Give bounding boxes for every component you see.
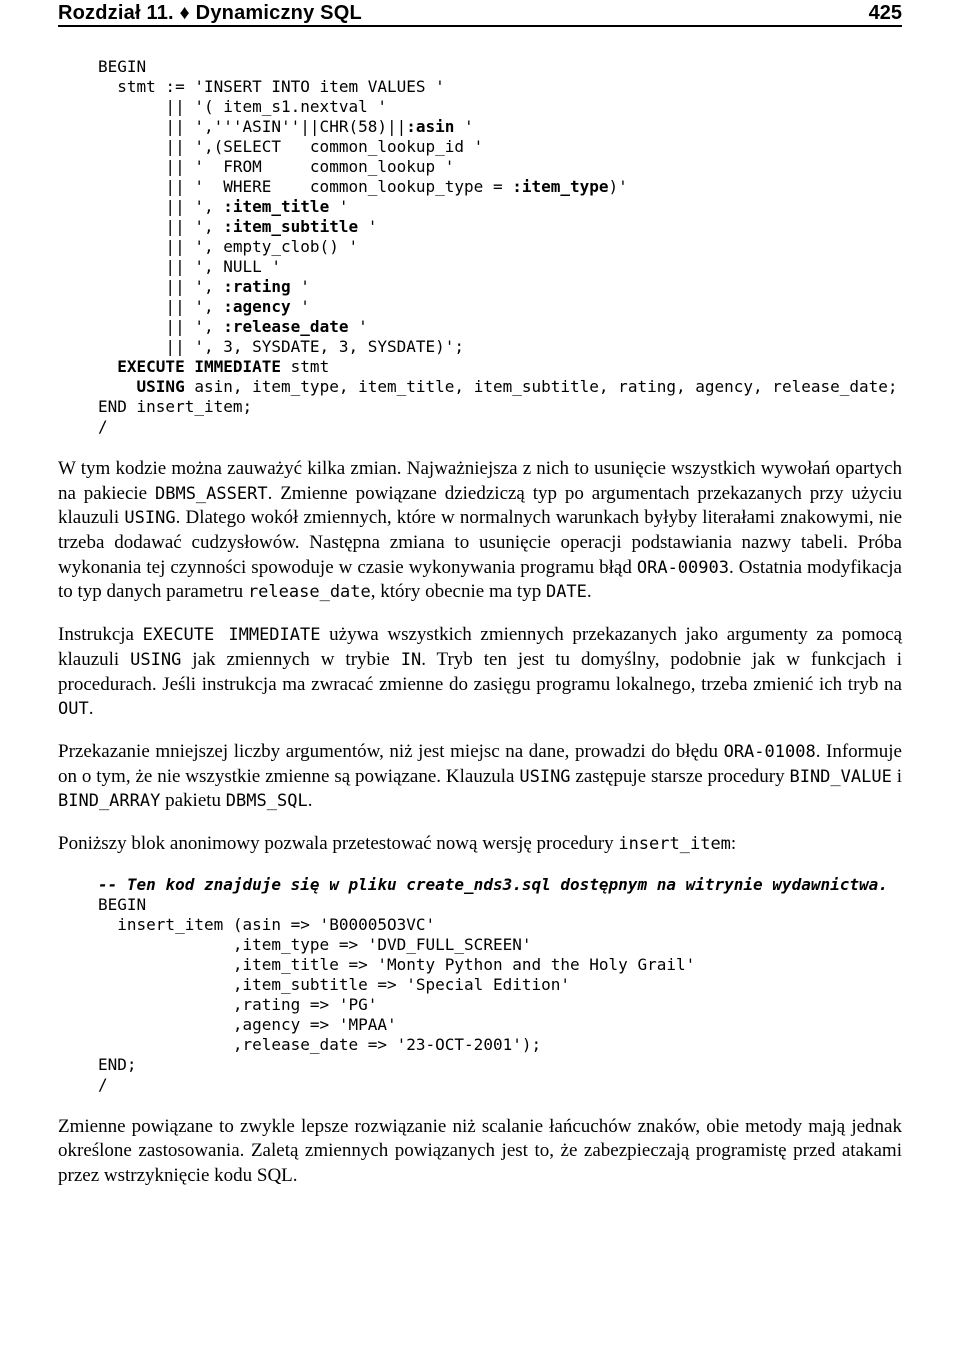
page-number: 425 bbox=[869, 2, 902, 25]
code-line: || ', bbox=[98, 277, 223, 296]
text: Przekazanie mniejszej liczby argumentów,… bbox=[58, 741, 724, 762]
code-line: ,rating => 'PG' bbox=[98, 995, 377, 1014]
paragraph-4: Poniższy blok anonimowy pozwala przetest… bbox=[58, 832, 902, 857]
code-line: ' bbox=[454, 117, 473, 136]
code-line: BEGIN bbox=[98, 57, 146, 76]
code-comment: -- Ten kod znajduje się w pliku create_n… bbox=[98, 875, 888, 894]
code-line: || ', 3, SYSDATE, 3, SYSDATE)'; bbox=[98, 337, 464, 356]
code-line: / bbox=[98, 1075, 108, 1094]
code-block-1: BEGIN stmt := 'INSERT INTO item VALUES '… bbox=[98, 57, 902, 437]
inline-code: BIND_ARRAY bbox=[58, 791, 160, 811]
code-line: ' bbox=[329, 197, 348, 216]
code-line: || ' FROM common_lookup ' bbox=[98, 157, 454, 176]
code-line: stmt bbox=[281, 357, 329, 376]
code-line: / bbox=[98, 417, 108, 436]
code-line: END; bbox=[98, 1055, 137, 1074]
code-line bbox=[98, 357, 117, 376]
inline-code: ORA-01008 bbox=[724, 742, 816, 762]
code-line: ' bbox=[358, 217, 377, 236]
code-line: ' bbox=[291, 277, 310, 296]
paragraph-5: Zmienne powiązane to zwykle lepsze rozwi… bbox=[58, 1115, 902, 1189]
inline-code: DBMS_SQL bbox=[226, 791, 308, 811]
bind-var: :item_subtitle bbox=[223, 217, 358, 236]
code-line: )' bbox=[609, 177, 628, 196]
text: . bbox=[89, 698, 94, 719]
text: . bbox=[308, 790, 313, 811]
text: i bbox=[892, 766, 902, 787]
code-line bbox=[98, 377, 137, 396]
code-line: || '( item_s1.nextval ' bbox=[98, 97, 387, 116]
code-line: ,agency => 'MPAA' bbox=[98, 1015, 397, 1034]
text: jak zmiennych w trybie bbox=[181, 649, 400, 670]
text: Zmienne powiązane to zwykle lepsze rozwi… bbox=[58, 1116, 902, 1186]
bind-var: :release_date bbox=[223, 317, 348, 336]
code-line: || ', bbox=[98, 217, 223, 236]
code-line: || ', empty_clob() ' bbox=[98, 237, 358, 256]
inline-code: BIND_VALUE bbox=[789, 767, 891, 787]
code-line: || ' WHERE common_lookup_type = bbox=[98, 177, 512, 196]
keyword: EXECUTE IMMEDIATE bbox=[117, 357, 281, 376]
text: Poniższy blok anonimowy pozwala przetest… bbox=[58, 833, 618, 854]
code-line: ' bbox=[348, 317, 367, 336]
page: Rozdział 11. ♦ Dynamiczny SQL 425 BEGIN … bbox=[0, 0, 960, 1257]
code-line: || ', bbox=[98, 297, 223, 316]
text: , który obecnie ma typ bbox=[371, 581, 546, 602]
bind-var: :asin bbox=[406, 117, 454, 136]
code-line: ,item_type => 'DVD_FULL_SCREEN' bbox=[98, 935, 531, 954]
paragraph-2: Instrukcja EXECUTE IMMEDIATE używa wszys… bbox=[58, 623, 902, 722]
inline-code: IN bbox=[401, 650, 421, 670]
inline-code: insert_item bbox=[618, 834, 731, 854]
code-line: BEGIN bbox=[98, 895, 146, 914]
code-line: || ', bbox=[98, 197, 223, 216]
inline-code: OUT bbox=[58, 699, 89, 719]
inline-code: release_date bbox=[248, 582, 371, 602]
code-line: ' bbox=[291, 297, 310, 316]
bind-var: :item_type bbox=[512, 177, 608, 196]
code-line: stmt := 'INSERT INTO item VALUES ' bbox=[98, 77, 445, 96]
bind-var: :agency bbox=[223, 297, 290, 316]
paragraph-3: Przekazanie mniejszej liczby argumentów,… bbox=[58, 740, 902, 814]
code-line: ,release_date => '23-OCT-2001'); bbox=[98, 1035, 541, 1054]
keyword: USING bbox=[137, 377, 185, 396]
text: pakietu bbox=[160, 790, 225, 811]
paragraph-1: W tym kodzie można zauważyć kilka zmian.… bbox=[58, 457, 902, 605]
bind-var: :item_title bbox=[223, 197, 329, 216]
code-line: || ',(SELECT common_lookup_id ' bbox=[98, 137, 483, 156]
page-header: Rozdział 11. ♦ Dynamiczny SQL 425 bbox=[58, 0, 902, 27]
inline-code: DBMS_ASSERT bbox=[155, 484, 268, 504]
code-block-2: -- Ten kod znajduje się w pliku create_n… bbox=[98, 875, 902, 1095]
text: Instrukcja bbox=[58, 624, 143, 645]
code-line: insert_item (asin => 'B00005O3VC' bbox=[98, 915, 435, 934]
code-line: || ','''ASIN''||CHR(58)|| bbox=[98, 117, 406, 136]
text: : bbox=[731, 833, 736, 854]
code-line: asin, item_type, item_title, item_subtit… bbox=[185, 377, 898, 396]
header-title: Rozdział 11. ♦ Dynamiczny SQL bbox=[58, 2, 362, 25]
inline-code: USING bbox=[519, 767, 570, 787]
code-line: || ', NULL ' bbox=[98, 257, 281, 276]
code-line: ,item_title => 'Monty Python and the Hol… bbox=[98, 955, 695, 974]
text: . bbox=[587, 581, 592, 602]
code-line: ,item_subtitle => 'Special Edition' bbox=[98, 975, 570, 994]
inline-code: USING bbox=[124, 508, 175, 528]
inline-code: DATE bbox=[546, 582, 587, 602]
code-line: END insert_item; bbox=[98, 397, 252, 416]
inline-code: EXECUTE IMMEDIATE bbox=[143, 625, 321, 645]
code-line: || ', bbox=[98, 317, 223, 336]
text: zastępuje starsze procedury bbox=[571, 766, 790, 787]
inline-code: ORA-00903 bbox=[637, 558, 729, 578]
bind-var: :rating bbox=[223, 277, 290, 296]
inline-code: USING bbox=[130, 650, 181, 670]
